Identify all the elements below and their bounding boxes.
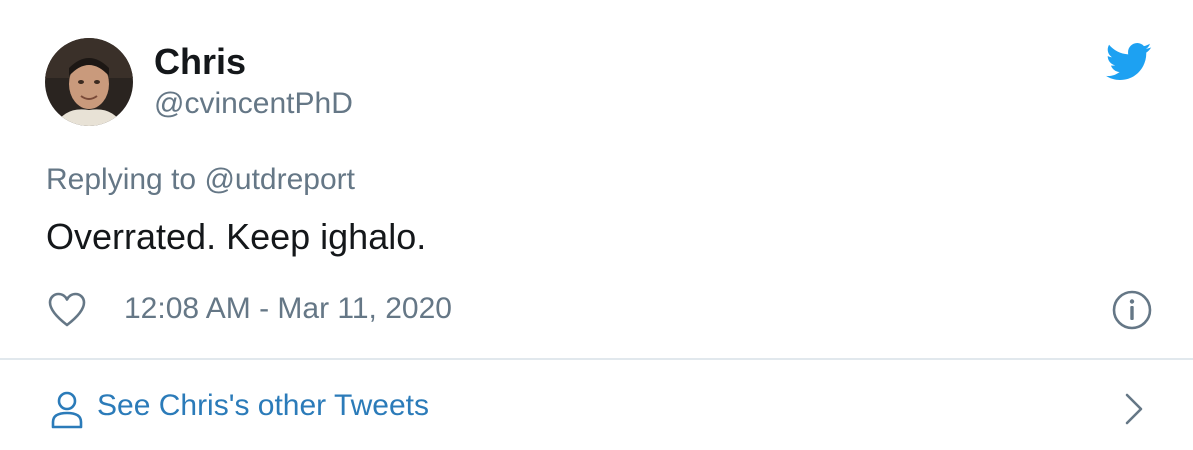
twitter-bird-icon[interactable] (1105, 42, 1152, 82)
author-name[interactable]: Chris (154, 40, 246, 84)
replying-prefix: Replying to (46, 163, 197, 196)
embedded-tweet-card: Chris @cvincentPhD Replying to @utdrepor… (0, 0, 1193, 450)
author-handle[interactable]: @cvincentPhD (154, 84, 353, 124)
see-other-tweets-link[interactable]: See Chris's other Tweets (0, 360, 1193, 450)
avatar[interactable] (45, 38, 133, 126)
tweet-text: Overrated. Keep ighalo. (46, 216, 427, 257)
chevron-right-icon[interactable] (1124, 392, 1144, 426)
tweet-timestamp[interactable]: 12:08 AM - Mar 11, 2020 (124, 289, 452, 329)
info-icon[interactable] (1111, 289, 1153, 331)
replying-to-line: Replying to @utdreport (46, 160, 355, 200)
see-other-tweets-label[interactable]: See Chris's other Tweets (97, 386, 429, 426)
avatar-image (45, 38, 133, 126)
heart-icon[interactable] (48, 292, 86, 328)
person-icon (50, 390, 84, 430)
replying-to-mention[interactable]: @utdreport (204, 163, 355, 196)
